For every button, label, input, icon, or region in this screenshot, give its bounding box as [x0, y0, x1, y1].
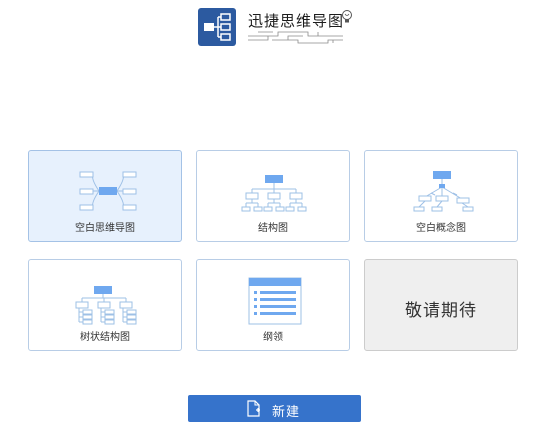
mindmap-thumbnail [79, 171, 137, 211]
template-blank-mindmap[interactable]: 空白思维导图 [28, 150, 182, 242]
template-label: 树状结构图 [80, 332, 130, 343]
logo-mindmap-icon [198, 8, 236, 46]
tree-thumbnail [75, 286, 137, 325]
new-file-icon [247, 400, 260, 417]
coming-soon-card: 敬请期待 [364, 259, 518, 351]
structure-thumbnail [241, 175, 307, 212]
template-structure[interactable]: 结构图 [196, 150, 350, 242]
template-blank-concept[interactable]: 空白概念图 [364, 150, 518, 242]
template-outline[interactable]: 纲领 [196, 259, 350, 351]
template-tree-structure[interactable]: 树状结构图 [28, 259, 182, 351]
circuit-lines-decoration [248, 31, 343, 44]
new-button-label: 新建 [272, 405, 301, 420]
app-header: 迅捷思维导图 [198, 8, 358, 48]
coming-soon-text: 敬请期待 [405, 301, 477, 321]
template-label: 纲领 [263, 332, 283, 343]
outline-thumbnail [248, 277, 302, 325]
concept-thumbnail [413, 171, 474, 212]
template-label: 空白概念图 [416, 223, 466, 234]
lightbulb-icon [342, 10, 352, 23]
template-label: 结构图 [258, 223, 288, 234]
new-button[interactable]: 新建 [188, 395, 361, 422]
app-title: 迅捷思维导图 [248, 12, 345, 30]
template-label: 空白思维导图 [75, 223, 135, 234]
